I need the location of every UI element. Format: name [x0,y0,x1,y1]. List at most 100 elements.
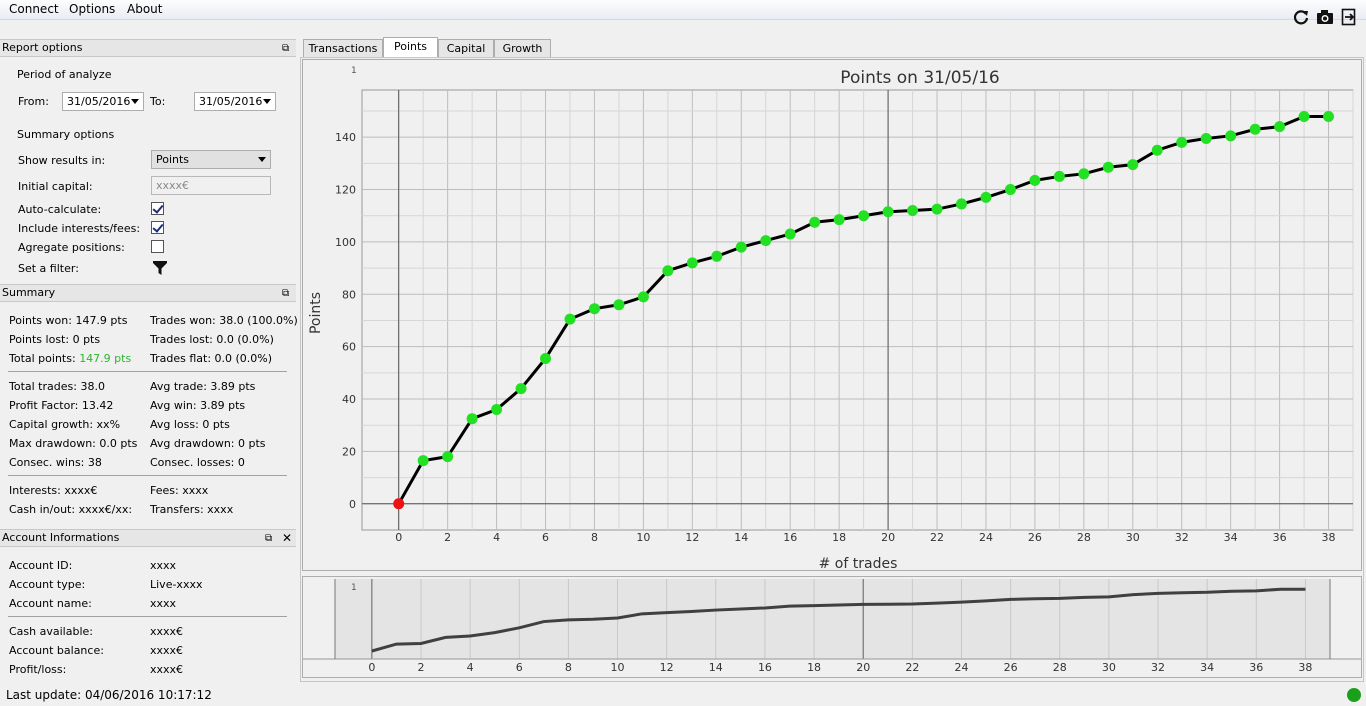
data-point [784,228,796,240]
chevron-down-icon [131,99,139,104]
plot-border [361,89,1354,531]
tab-capital[interactable]: Capital [438,39,494,58]
data-point [442,451,454,463]
navigator-corner-label: 1 [351,583,357,593]
y-tick-label: 40 [342,393,356,406]
cash-available-label: Cash available: [9,625,93,638]
aggregate-label: Agregate positions: [18,241,125,254]
navigator-x-tick-labels: 0 2 4 6 8 10 12 14 16 18 20 22 24 26 28 30 32 34 36 38 [368,661,1312,674]
to-label: To: [150,95,166,108]
to-date-picker[interactable]: 31/05/2016 [194,92,276,111]
tab-points[interactable]: Points [383,37,438,58]
navigator-chart[interactable]: 1 0 2 4 6 8 10 12 14 16 18 20 22 24 26 28 30 32 34 36 38 [302,576,1362,678]
account-balance-label: Account balance: [9,644,104,657]
navigator-selection[interactable] [335,579,1330,659]
from-date-picker[interactable]: 31/05/2016 [62,92,144,111]
y-tick-label: 60 [342,341,356,354]
account-name-label: Account name: [9,597,92,610]
menu-connect[interactable]: Connect [9,2,59,16]
float-panel-icon[interactable]: ⧉ [282,41,289,57]
transfers: Transfers: xxxx [150,503,234,516]
show-results-select[interactable]: Points [151,150,271,169]
points-chart: Points on 31/05/16 1 # of trades Points … [302,59,1362,572]
points-won: Points won: 147.9 pts [9,314,128,327]
account-balance-value: xxxx€ [150,644,184,657]
trades-flat: Trades flat: 0.0 (0.0%) [150,352,273,365]
last-update-status: Last update: 04/06/2016 10:17:12 [6,688,212,702]
capital-growth: Capital growth: xx% [9,418,121,431]
x-tick-label: 18 [832,531,846,544]
filter-icon[interactable] [152,260,168,279]
data-point [980,191,992,203]
data-point [735,241,747,253]
y-tick-label: 140 [335,131,356,144]
navigator-x-tick-label: 32 [1151,661,1165,674]
menu-options[interactable]: Options [69,2,115,16]
data-point [1176,136,1188,148]
points-lost: Points lost: 0 pts [9,333,101,346]
x-tick-label: 16 [783,531,797,544]
y-tick-label: 100 [335,236,356,249]
x-tick-label: 2 [444,531,451,544]
x-axis-label: # of trades [819,556,898,570]
navigator-x-tick-label: 10 [611,661,625,674]
navigator-x-tick-label: 36 [1249,661,1263,674]
connection-status-icon [1347,688,1361,702]
data-point [1200,132,1212,144]
refresh-icon[interactable] [1292,8,1310,26]
x-tick-label: 30 [1126,531,1140,544]
account-type-label: Account type: [9,578,86,591]
data-point [540,352,552,364]
x-tick-labels: 0 2 4 6 8 10 12 14 16 18 20 22 24 26 28 30 32 34 36 38 [395,531,1335,544]
data-point [1151,144,1163,156]
total-points: Total points: 147.9 pts [9,352,131,365]
navigator-x-tick-label: 16 [758,661,772,674]
data-point [1102,161,1114,173]
x-tick-label: 34 [1224,531,1238,544]
include-interests-checkbox[interactable] [151,221,164,234]
avg-trade: Avg trade: 3.89 pts [150,380,256,393]
divider [8,475,287,476]
navigator-x-tick-label: 12 [660,661,674,674]
tab-growth[interactable]: Growth [494,39,551,58]
data-point [466,413,478,425]
x-tick-label: 4 [493,531,500,544]
initial-capital-input[interactable]: xxxx€ [151,176,271,195]
data-point [1249,123,1261,135]
data-point [1127,159,1139,171]
chart-title: Points on 31/05/16 [840,68,999,88]
account-title: Account Informations [2,531,120,544]
chevron-down-icon [263,99,271,104]
navigator-x-tick-label: 6 [516,661,523,674]
total-points-value: 147.9 pts [79,352,132,365]
close-icon[interactable]: ✕ [282,530,292,546]
float-panel-icon[interactable]: ⧉ [265,531,272,547]
auto-calculate-label: Auto-calculate: [18,203,102,216]
navigator-x-tick-label: 38 [1298,661,1312,674]
data-point [858,210,870,222]
aggregate-checkbox[interactable] [151,240,164,253]
x-tick-label: 38 [1322,531,1336,544]
x-tick-label: 8 [591,531,598,544]
tab-transactions[interactable]: Transactions [303,39,383,58]
avg-loss: Avg loss: 0 pts [150,418,230,431]
include-interests-label: Include interests/fees: [18,222,141,235]
menu-about[interactable]: About [127,2,162,16]
profit-loss-label: Profit/loss: [9,663,67,676]
data-point [1298,110,1310,122]
camera-icon[interactable] [1316,8,1334,26]
from-label: From: [18,95,49,108]
report-options-title: Report options [2,41,83,54]
navigator-x-tick-label: 14 [709,661,723,674]
navigator-x-tick-label: 18 [807,661,821,674]
export-icon[interactable] [1340,8,1358,26]
navigator-x-tick-label: 8 [565,661,572,674]
to-date-value: 31/05/2016 [199,95,263,108]
account-id-value: xxxx [150,559,177,572]
float-panel-icon[interactable]: ⧉ [282,286,289,302]
auto-calculate-checkbox[interactable] [151,202,164,215]
total-trades: Total trades: 38.0 [9,380,105,393]
data-point [833,214,845,226]
x-tick-label: 32 [1175,531,1189,544]
account-id-label: Account ID: [9,559,73,572]
